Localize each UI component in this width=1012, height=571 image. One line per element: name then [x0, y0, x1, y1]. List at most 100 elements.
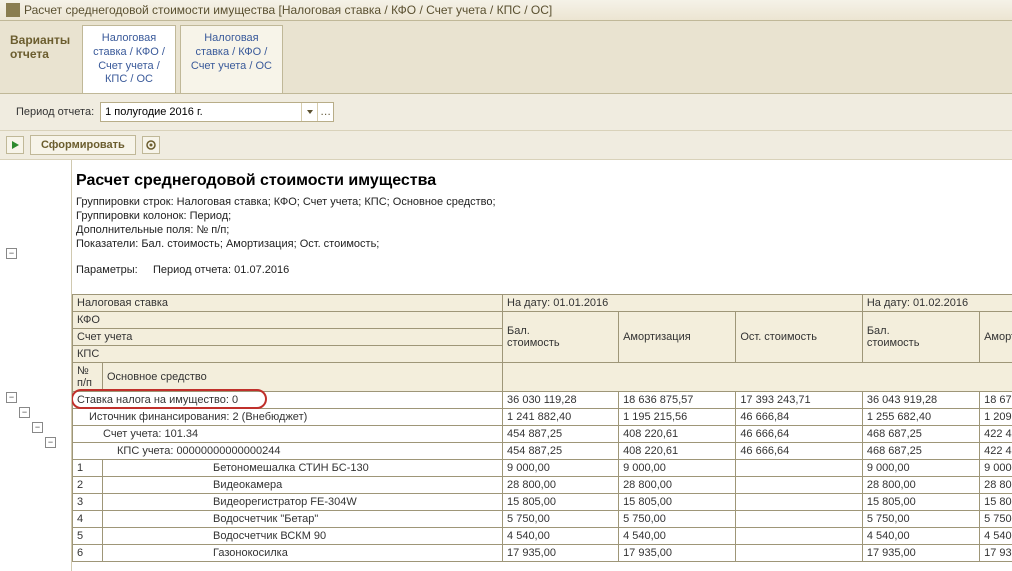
- report-title: Расчет среднегодовой стоимости имущества: [76, 172, 1008, 190]
- period-input[interactable]: [101, 104, 301, 120]
- tree-collapse-4[interactable]: −: [32, 422, 43, 433]
- settings-button[interactable]: [142, 136, 160, 154]
- cell-value: 468 687,25: [862, 426, 979, 443]
- cell-value: 9 000,00: [503, 460, 619, 477]
- tree-collapse-5[interactable]: −: [45, 437, 56, 448]
- period-toolbar: Период отчета: …: [0, 94, 1012, 130]
- cell-value: 9 000,00: [980, 460, 1012, 477]
- row-label: Видеокамера: [103, 477, 503, 494]
- chevron-down-icon: [306, 108, 314, 116]
- cell-value: [736, 494, 863, 511]
- cell-value: 4 540,00: [980, 528, 1012, 545]
- rowhead-account: Счет учета: [73, 329, 503, 346]
- cell-value: 17 393 243,71: [736, 392, 863, 409]
- cell-value: 46 666,64: [736, 426, 863, 443]
- table-row[interactable]: 2Видеокамера28 800,0028 800,0028 800,002…: [73, 477, 1012, 494]
- cell-value: 28 800,00: [619, 477, 736, 494]
- action-toolbar: Сформировать: [0, 130, 1012, 160]
- report-meta-3: Дополнительные поля: № п/п;: [76, 224, 1008, 236]
- table-row[interactable]: Ставка налога на имущество: 036 030 119,…: [73, 392, 1012, 409]
- row-label: Бетономешалка СТИН БС-130: [103, 460, 503, 477]
- col-amort-1: Амортизация: [619, 312, 736, 363]
- cell-value: 17 935,00: [503, 545, 619, 562]
- cell-value: 408 220,61: [619, 443, 736, 460]
- cell-value: 5 750,00: [862, 511, 979, 528]
- table-row[interactable]: 1Бетономешалка СТИН БС-1309 000,009 000,…: [73, 460, 1012, 477]
- cell-value: 4 540,00: [862, 528, 979, 545]
- cell-value: 468 687,25: [862, 443, 979, 460]
- col-ost-1: Ост. стоимость: [736, 312, 863, 363]
- report-table: Налоговая ставка На дату: 01.01.2016 На …: [72, 294, 1012, 562]
- table-row[interactable]: 3Видеорегистратор FE-304W 15 805,0015 805…: [73, 494, 1012, 511]
- cell-value: 17 935,00: [980, 545, 1012, 562]
- cell-value: 36 043 919,28: [862, 392, 979, 409]
- row-label: Водосчетчик "Бетар": [103, 511, 503, 528]
- cell-value: 5 750,00: [619, 511, 736, 528]
- cell-value: 18 636 875,57: [619, 392, 736, 409]
- table-row[interactable]: Счет учета: 101.34454 887,25408 220,6146…: [73, 426, 1012, 443]
- row-label: Водосчетчик ВСКМ 90: [103, 528, 503, 545]
- row-label: Газонокосилка: [103, 545, 503, 562]
- tab-variant-2[interactable]: Налоговая ставка / КФО / Счет учета / ОС: [180, 25, 283, 93]
- window-title: Расчет среднегодовой стоимости имущества…: [24, 3, 552, 17]
- table-row[interactable]: 5Водосчетчик ВСКМ 904 540,004 540,004 54…: [73, 528, 1012, 545]
- cell-value: 454 887,25: [503, 426, 619, 443]
- report-main[interactable]: Расчет среднегодовой стоимости имущества…: [72, 160, 1012, 571]
- colhead-date-2: На дату: 01.02.2016: [862, 295, 1012, 312]
- col-bal-1: Бал. стоимость: [503, 312, 619, 363]
- generate-button[interactable]: Сформировать: [30, 135, 136, 155]
- table-row[interactable]: 4Водосчетчик "Бетар"5 750,005 750,005 75…: [73, 511, 1012, 528]
- report-variants-tabs: Варианты отчета Налоговая ставка / КФО /…: [0, 21, 1012, 94]
- cell-value: 46 666,84: [736, 409, 863, 426]
- variants-label: Варианты отчета: [0, 21, 80, 93]
- params-value: Период отчета: 01.07.2016: [153, 264, 289, 276]
- col-amort-2: Амортизация: [980, 312, 1012, 363]
- cell-value: 408 220,61: [619, 426, 736, 443]
- rowhead-num: № п/п: [73, 363, 103, 392]
- table-row[interactable]: 6Газонокосилка17 935,0017 935,0017 935,0…: [73, 545, 1012, 562]
- tree-collapse-2[interactable]: −: [6, 392, 17, 403]
- cell-value: [736, 511, 863, 528]
- cell-value: 1 255 682,40: [862, 409, 979, 426]
- rowhead-tax-rate: Налоговая ставка: [73, 295, 503, 312]
- cell-value: 36 030 119,28: [503, 392, 619, 409]
- report-meta-2: Группировки колонок: Период;: [76, 210, 1008, 222]
- row-label: Видеорегистратор FE-304W: [103, 494, 503, 511]
- report-params: Параметры: Период отчета: 01.07.2016: [76, 264, 1008, 276]
- cell-value: 28 800,00: [862, 477, 979, 494]
- outline-tree: − − − − −: [0, 160, 72, 571]
- cell-value: 28 800,00: [980, 477, 1012, 494]
- cell-value: 422 437,28: [980, 426, 1012, 443]
- cell-value: 15 805,00: [980, 494, 1012, 511]
- row-num: 5: [73, 528, 103, 545]
- cell-value: 1 241 882,40: [503, 409, 619, 426]
- cell-value: 1 195 215,56: [619, 409, 736, 426]
- col-bal-2: Бал. стоимость: [862, 312, 979, 363]
- cell-value: 46 666,64: [736, 443, 863, 460]
- cell-value: 5 750,00: [503, 511, 619, 528]
- cell-value: 9 000,00: [619, 460, 736, 477]
- row-num: 2: [73, 477, 103, 494]
- run-button[interactable]: [6, 136, 24, 154]
- cell-value: 28 800,00: [503, 477, 619, 494]
- period-select[interactable]: …: [100, 102, 334, 122]
- period-label: Период отчета:: [16, 106, 94, 118]
- tree-collapse-1[interactable]: −: [6, 248, 17, 259]
- gear-icon: [145, 139, 157, 151]
- cell-value: [736, 460, 863, 477]
- colhead-date-1: На дату: 01.01.2016: [503, 295, 863, 312]
- row-label: КПС учета: 00000000000000244: [73, 443, 503, 460]
- highlight-marker: [72, 389, 267, 409]
- period-dropdown-button[interactable]: [301, 103, 317, 121]
- cell-value: 422 437,28: [980, 443, 1012, 460]
- table-row[interactable]: Источник финансирования: 2 (Внебюджет)1 …: [73, 409, 1012, 426]
- cell-value: [736, 545, 863, 562]
- row-num: 3: [73, 494, 103, 511]
- tree-collapse-3[interactable]: −: [19, 407, 30, 418]
- cell-value: 5 750,00: [980, 511, 1012, 528]
- tab-variant-1[interactable]: Налоговая ставка / КФО / Счет учета / КП…: [82, 25, 176, 93]
- cell-value: 15 805,00: [862, 494, 979, 511]
- table-row[interactable]: КПС учета: 00000000000000244454 887,2540…: [73, 443, 1012, 460]
- period-picker-button[interactable]: …: [317, 103, 333, 121]
- rowhead-kps: КПС: [73, 346, 503, 363]
